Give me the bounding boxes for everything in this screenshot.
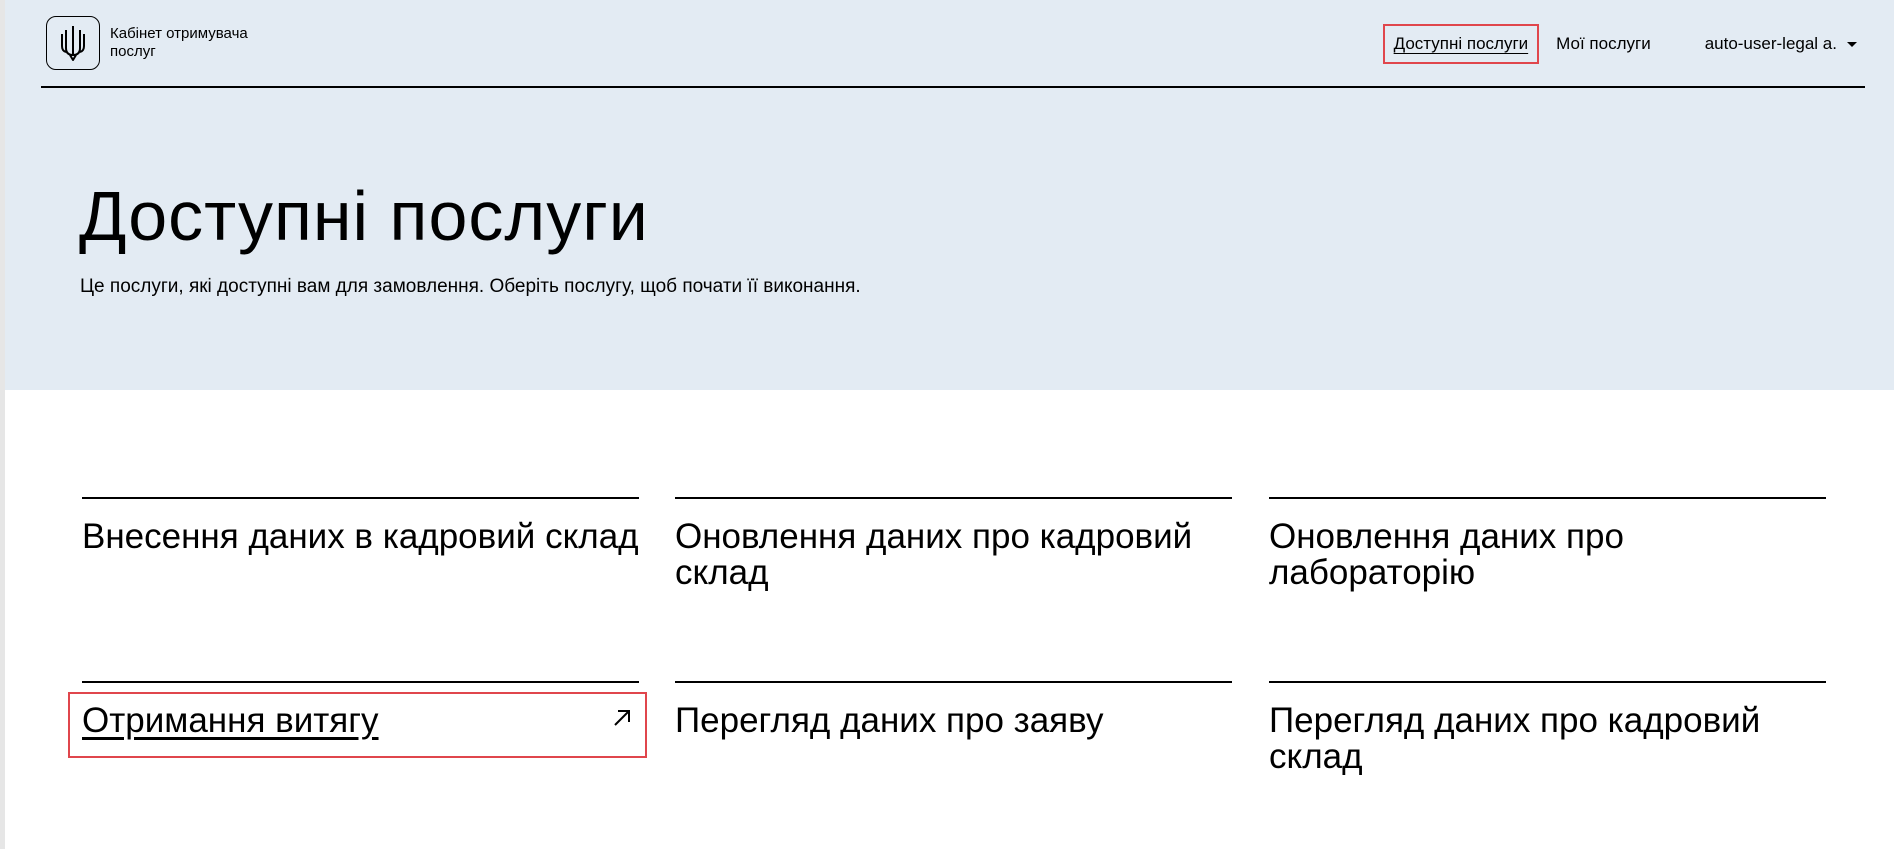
selection-highlight (68, 692, 647, 758)
brand-line-2: послуг (110, 43, 156, 60)
brand-title[interactable]: Кабінет отримувача послуг (110, 25, 290, 61)
service-card-label: Оновлення даних про лабораторію (1269, 517, 1624, 592)
page-title: Доступні послуги (79, 177, 649, 255)
page-subtitle: Це послуги, які доступні вам для замовле… (80, 276, 861, 297)
trident-icon[interactable] (46, 16, 100, 70)
caret-down-icon (1847, 41, 1857, 47)
user-name: auto-user-legal a. (1704, 34, 1837, 53)
page: Кабінет отримувача послуг Доступні послу… (0, 0, 1894, 849)
user-menu[interactable]: auto-user-legal a. (1696, 26, 1865, 62)
service-card[interactable]: Перегляд даних про заяву (675, 681, 1232, 739)
service-card[interactable]: Перегляд даних про кадровий склад (1269, 681, 1826, 775)
nav-available-services[interactable]: Доступні послуги (1382, 24, 1540, 64)
brand-line-1: Кабінет отримувача (110, 25, 248, 42)
trident-icon-graphic (61, 26, 85, 61)
nav-my-services[interactable]: Мої послуги (1547, 26, 1660, 62)
service-card[interactable]: Оновлення даних про кадровий склад (675, 497, 1232, 591)
service-card-label: Перегляд даних про заяву (675, 701, 1104, 740)
service-card-label: Перегляд даних про кадровий склад (1269, 701, 1761, 776)
service-card[interactable]: Оновлення даних про лабораторію (1269, 497, 1826, 591)
service-card[interactable]: Внесення даних в кадровий склад (82, 497, 639, 555)
header: Кабінет отримувача послуг Доступні послу… (41, 0, 1865, 88)
service-card-label: Оновлення даних про кадровий склад (675, 517, 1193, 592)
main-nav: Доступні послуги Мої послуги auto-user-l… (1375, 24, 1865, 64)
service-card-label: Внесення даних в кадровий склад (82, 517, 639, 556)
